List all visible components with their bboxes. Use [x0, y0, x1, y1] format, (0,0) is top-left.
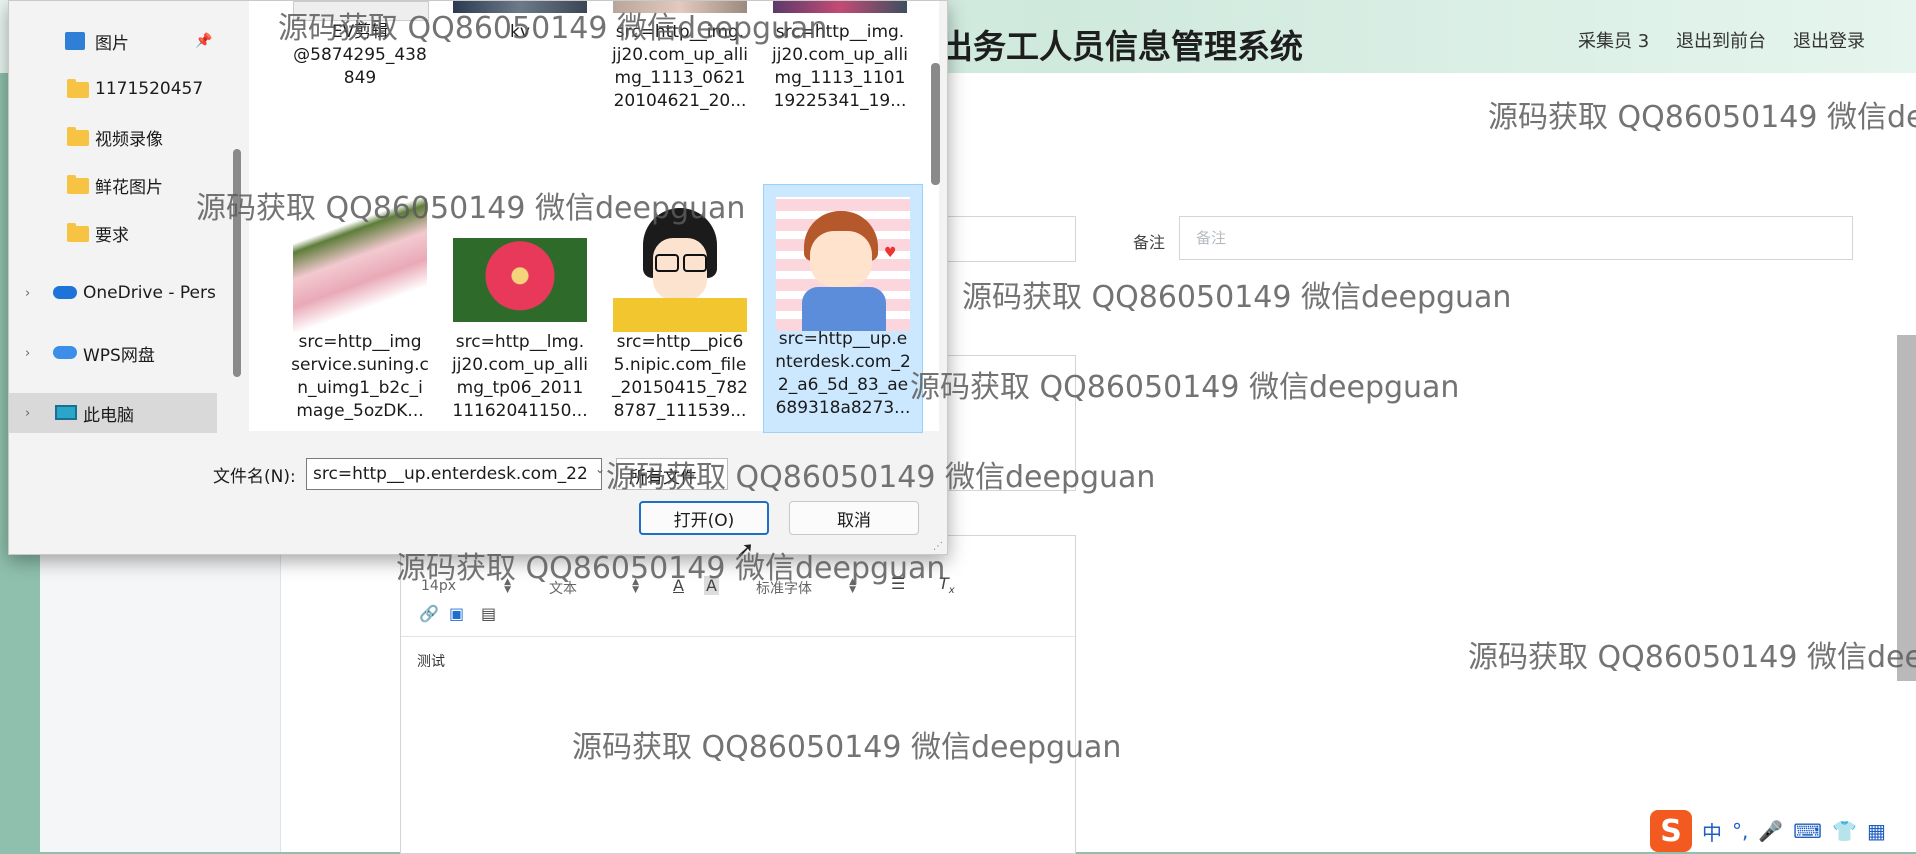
chevron-right-icon[interactable]: › — [25, 406, 30, 421]
file-item-selected[interactable]: ♥ src=http__up.e nterdesk.com_2 2_a6_5d_… — [763, 184, 923, 433]
font-family-select[interactable]: 标准字体 ▲ ▼ — [756, 578, 856, 598]
file-item[interactable]: src=http__pic6 5.nipic.com_file _2015041… — [601, 186, 759, 431]
link-icon[interactable]: 🔗 — [419, 604, 439, 623]
file-item[interactable]: src=http__img. jj20.com_up_alli mg_1113_… — [761, 0, 919, 186]
file-type-select[interactable]: 所有文件 — [616, 458, 728, 490]
chevron-down-icon[interactable]: ⌄ — [595, 462, 605, 476]
file-list-scrollbar[interactable] — [931, 63, 940, 185]
open-button[interactable]: 打开(O) — [639, 501, 769, 535]
navigation-pane: 图片 📌 1171520457 视频录像 鲜花图片 要求 › OneDrive … — [9, 1, 225, 433]
toolbox-icon[interactable]: ▦ — [1867, 819, 1886, 843]
skin-icon[interactable]: 👕 — [1832, 819, 1857, 843]
remark-label: 备注 — [1133, 233, 1166, 252]
microphone-icon[interactable]: 🎤 — [1758, 819, 1783, 843]
ime-toolbar: S 中 °, 🎤 ⌨ 👕 ▦ — [1650, 810, 1886, 852]
clear-format-icon[interactable]: Tx — [939, 574, 955, 596]
cancel-button[interactable]: 取消 — [789, 501, 919, 535]
nav-item-onedrive[interactable]: › OneDrive - Pers — [9, 273, 217, 313]
chevron-right-icon[interactable]: › — [25, 286, 30, 301]
navigation-scrollbar[interactable] — [233, 149, 241, 377]
page-scrollbar[interactable] — [1897, 335, 1916, 681]
bouquet-thumb — [773, 1, 907, 13]
user-menu-link[interactable]: 采集员 3 — [1578, 27, 1649, 53]
gerbera-thumb — [453, 238, 587, 322]
file-item[interactable]: src=http__img service.suning.c n_uimg1_b… — [281, 186, 439, 431]
background-color-icon[interactable]: A — [704, 576, 719, 595]
nav-item-folder-1171520457[interactable]: 1171520457 — [9, 69, 217, 109]
car-thumb — [453, 1, 587, 13]
sogou-logo-icon[interactable]: S — [1650, 810, 1692, 852]
onedrive-cloud-icon — [53, 286, 77, 299]
image-icon[interactable]: ▣ — [449, 604, 464, 623]
pictures-folder-icon — [65, 32, 85, 50]
file-item[interactable]: EV剪辑 @5874295_438 849 — [281, 0, 439, 186]
nav-item-wps-cloud[interactable]: › WPS网盘 — [9, 333, 217, 373]
flowers-thumb — [613, 1, 747, 13]
app-title: 出务工人员信息管理系统 — [940, 27, 1303, 66]
this-pc-icon — [55, 405, 77, 420]
file-item[interactable]: kv — [441, 0, 599, 186]
folder-icon — [67, 223, 89, 242]
editor-content[interactable]: 测试 — [417, 651, 445, 671]
nav-item-flower-pictures[interactable]: 鲜花图片 — [9, 165, 217, 205]
cartoon-girl-thumb — [613, 198, 747, 332]
editor-divider — [401, 636, 1075, 637]
ime-punctuation[interactable]: °, — [1732, 819, 1748, 843]
block-type-select[interactable]: 文本 ▲ ▼ — [549, 578, 639, 598]
logout-link[interactable]: 退出登录 — [1793, 27, 1865, 53]
file-open-dialog: 图片 📌 1171520457 视频录像 鲜花图片 要求 › OneDrive … — [8, 0, 948, 555]
pin-icon[interactable]: 📌 — [195, 33, 212, 49]
file-list: EV剪辑 @5874295_438 849 kv src=http__img. … — [249, 0, 939, 433]
remark-input[interactable] — [1179, 216, 1853, 260]
folder-icon — [67, 127, 89, 146]
filename-label: 文件名(N): — [213, 467, 296, 487]
resize-grip-icon[interactable]: ⋰ — [933, 541, 943, 552]
folder-icon — [67, 175, 89, 194]
file-item[interactable]: src=http__lmg. jj20.com_up_alli mg_tp06_… — [441, 186, 599, 431]
folder-icon — [67, 79, 89, 98]
align-icon[interactable]: ☰ — [891, 574, 905, 593]
file-item[interactable]: src=http__img. jj20.com_up_alli mg_1113_… — [601, 0, 759, 186]
back-to-frontend-link[interactable]: 退出到前台 — [1676, 27, 1766, 53]
wps-cloud-icon — [53, 346, 77, 359]
filename-input[interactable] — [306, 458, 602, 490]
chevron-right-icon[interactable]: › — [25, 346, 30, 361]
ev-thumb — [293, 1, 429, 21]
save-icon[interactable]: ▤ — [481, 604, 496, 623]
nav-item-video[interactable]: 视频录像 — [9, 117, 217, 157]
nav-item-requirements[interactable]: 要求 — [9, 213, 217, 253]
rich-text-editor[interactable]: 14px ▲ ▼ 文本 ▲ ▼ A A 标准字体 ▲ ▼ ☰ Tx 🔗 ▣ ▤ 测试 — [400, 535, 1076, 854]
nav-item-pictures[interactable]: 图片 📌 — [9, 21, 217, 61]
keyboard-icon[interactable]: ⌨ — [1793, 819, 1822, 843]
gift-box-thumb — [293, 198, 427, 332]
mouse-cursor-icon: ➚ — [736, 538, 755, 563]
ime-chinese-mode[interactable]: 中 — [1702, 817, 1722, 846]
font-size-select[interactable]: 14px ▲ ▼ — [421, 578, 511, 595]
cartoon-boy-thumb: ♥ — [776, 197, 910, 331]
font-color-icon[interactable]: A — [673, 576, 684, 595]
nav-item-this-pc[interactable]: › 此电脑 — [9, 393, 217, 433]
